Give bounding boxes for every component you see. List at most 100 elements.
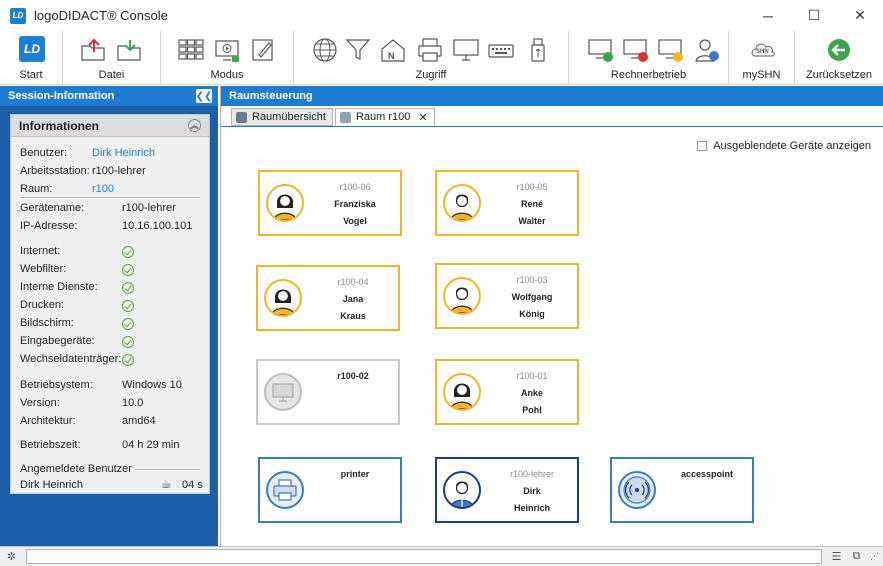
reset-arrow-icon[interactable] — [825, 36, 853, 64]
check-circle-icon — [122, 318, 134, 330]
arch-label: Architektur: — [20, 415, 76, 427]
service-webfilter-label: Webfilter: — [20, 263, 67, 275]
student-male-avatar-icon — [443, 277, 481, 315]
network-icon[interactable]: ⧉ — [850, 550, 863, 563]
service-eingabegeraete-label: Eingabegeräte: — [20, 335, 95, 347]
device-last-name: Walter — [518, 216, 546, 226]
room-control-header: Raumsteuerung — [221, 86, 883, 106]
divider — [20, 197, 200, 198]
device-id: r100-05 — [516, 182, 548, 192]
folder-upload-icon[interactable] — [79, 36, 107, 64]
info-title: Informationen — [19, 118, 99, 133]
student-female-avatar-icon — [266, 184, 304, 222]
show-hidden-devices[interactable]: Ausgeblendete Geräte anzeigen — [697, 140, 871, 152]
device-id: r100-02 — [337, 371, 369, 381]
device-last-name: Vogel — [343, 216, 367, 226]
geraetename-label: Gerätename: — [20, 202, 85, 214]
device-r100-02[interactable]: r100-02 — [256, 359, 400, 425]
device-r100-lehrer[interactable]: r100-lehrer Dirk Heinrich — [435, 457, 579, 523]
edit-icon[interactable] — [249, 36, 277, 64]
ribbon-label-modus: Modus — [210, 69, 244, 81]
device-r100-03[interactable]: r100-03 Wolfgang König — [435, 263, 579, 329]
ribbon-label-datei: Datei — [98, 69, 125, 81]
check-circle-icon — [122, 282, 134, 294]
tab-raum-r100[interactable]: Raum r100 ✕ — [334, 108, 435, 126]
restart-icon[interactable] — [657, 36, 685, 64]
database-icon[interactable]: ☰ — [830, 550, 843, 563]
benutzer-value[interactable]: Dirk Heinrich — [92, 147, 155, 159]
ribbon-label-start[interactable]: Start — [0, 69, 62, 81]
show-hidden-checkbox[interactable] — [697, 141, 708, 151]
maximize-button[interactable]: ☐ — [791, 0, 837, 31]
info-header[interactable]: Informationen ︽ — [11, 115, 209, 137]
printer-icon[interactable] — [416, 36, 444, 64]
internal-services-icon[interactable]: N — [379, 36, 407, 64]
user-logout-icon[interactable] — [693, 36, 721, 64]
session-info-title: Session-Information — [8, 90, 115, 102]
device-accesspoint[interactable]: accesspoint — [610, 457, 754, 523]
device-last-name: Pohl — [522, 405, 542, 415]
ribbon-label-zugriff: Zugriff — [415, 69, 447, 81]
geraetename-value: r100-lehrer — [122, 202, 176, 214]
tab-close-icon[interactable]: ✕ — [418, 111, 427, 124]
close-button[interactable]: ✕ — [837, 0, 883, 31]
check-circle-icon — [122, 246, 134, 258]
arbeitsstation-value: r100-lehrer — [92, 165, 146, 177]
device-id: r100-03 — [516, 275, 548, 285]
raum-value[interactable]: r100 — [92, 183, 114, 195]
power-on-icon[interactable] — [587, 36, 615, 64]
webfilter-funnel-icon[interactable] — [344, 36, 372, 64]
os-label: Betriebsystem: — [20, 379, 93, 391]
tab-label: Raumübersicht — [252, 111, 326, 123]
start-icon[interactable]: LD — [19, 36, 45, 62]
cube-icon — [236, 111, 247, 123]
chevron-up-icon[interactable]: ︽ — [188, 119, 201, 132]
arbeitsstation-label: Arbeitsstation: — [20, 165, 90, 177]
session-info-header: Session-Information ❮❮ — [0, 86, 218, 106]
myshn-cloud-icon[interactable]: SHN — [749, 36, 777, 64]
window-title: logoDIDACT® Console — [34, 8, 168, 23]
device-first-name: Jana — [342, 294, 364, 304]
device-r100-01[interactable]: r100-01 Anke Pohl — [435, 359, 579, 425]
app-logo: LD — [10, 7, 26, 24]
device-id: accesspoint — [680, 469, 734, 479]
uptime-label: Betriebszeit: — [20, 439, 81, 451]
bug-icon[interactable]: ✲ — [5, 550, 18, 563]
device-printer[interactable]: printer — [258, 457, 402, 523]
printer-icon — [266, 471, 304, 509]
device-r100-04[interactable]: r100-04 Jana Kraus — [256, 265, 400, 331]
status-input[interactable] — [26, 549, 822, 564]
folder-download-icon[interactable] — [115, 36, 143, 64]
device-id: printer — [340, 469, 370, 479]
monitor-icon[interactable] — [452, 36, 480, 64]
device-last-name: König — [519, 309, 545, 319]
grid-view-icon[interactable] — [177, 36, 205, 64]
ribbon: LD Start Datei Modus N Zugriff Rechnerbe… — [0, 31, 883, 85]
version-label: Version: — [20, 397, 60, 409]
power-off-icon[interactable] — [622, 36, 650, 64]
student-female-avatar-icon — [264, 279, 302, 317]
room-control-panel: Raumsteuerung Raumübersicht Raum r100 ✕ … — [220, 86, 883, 546]
device-first-name: Franziska — [334, 199, 376, 209]
device-first-name: Wolfgang — [511, 292, 553, 302]
ribbon-group-datei: Datei — [63, 31, 161, 85]
tab-underline — [221, 126, 883, 127]
keyboard-icon[interactable] — [487, 36, 515, 64]
minimize-button[interactable]: ─ — [745, 0, 791, 31]
ribbon-label-zuruecksetzen[interactable]: Zurücksetzen — [795, 69, 883, 81]
check-circle-icon — [122, 336, 134, 348]
collapse-panel-icon[interactable]: ❮❮ — [196, 89, 212, 103]
tab-raumuebersicht[interactable]: Raumübersicht — [231, 108, 333, 126]
service-interne-dienste-label: Interne Dienste: — [20, 281, 98, 293]
service-bildschirm-label: Bildschirm: — [20, 317, 74, 329]
internet-globe-icon[interactable] — [311, 36, 339, 64]
device-r100-05[interactable]: r100-05 René Walter — [435, 170, 579, 236]
coffee-cup-icon: ☕ — [161, 477, 172, 491]
presentation-icon[interactable] — [213, 36, 241, 64]
device-r100-06[interactable]: r100-06 Franziska Vogel — [258, 170, 402, 236]
ribbon-label-myshn: mySHN — [742, 69, 781, 81]
usb-drive-icon[interactable] — [524, 36, 552, 64]
ribbon-label-rechnerbetrieb: Rechnerbetrieb — [610, 69, 687, 81]
service-wechseldatentraeger-label: Wechseldatenträger: — [20, 353, 122, 365]
resize-grip-icon[interactable]: ⋰ — [868, 550, 881, 563]
